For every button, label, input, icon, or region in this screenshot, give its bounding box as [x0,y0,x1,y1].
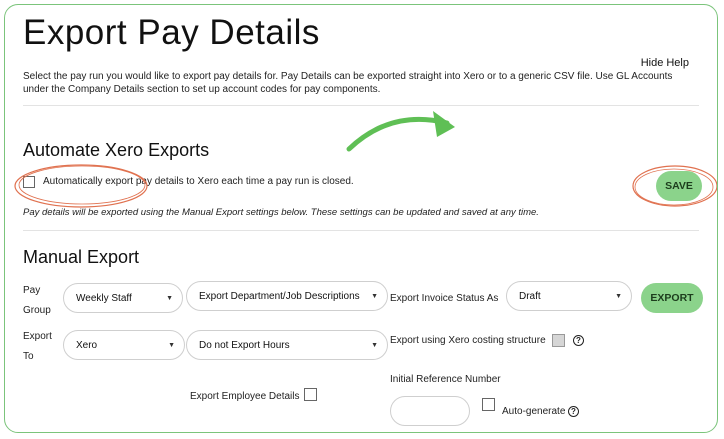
reference-number-label: Initial Reference Number [390,374,501,385]
reference-number-input[interactable] [390,396,470,426]
hide-help-link[interactable]: Hide Help [641,57,689,69]
help-icon[interactable]: ? [573,335,584,346]
chevron-down-icon: ▼ [166,295,173,302]
export-to-select[interactable]: Xero ▼ [63,330,185,360]
auto-generate-checkbox[interactable] [482,398,495,411]
export-hours-value: Do not Export Hours [199,339,290,351]
manual-export-heading: Manual Export [23,247,140,267]
chevron-down-icon: ▼ [371,293,378,300]
export-hours-select[interactable]: Do not Export Hours ▼ [186,330,388,360]
annotation-circle-checkbox [14,164,148,208]
employee-details-checkbox[interactable] [304,388,317,401]
xero-costing-checkbox[interactable] [552,334,565,347]
chevron-down-icon: ▼ [168,342,175,349]
export-to-value: Xero [76,339,98,351]
xero-costing-label: Export using Xero costing structure [390,335,546,346]
annotation-arrow-icon [346,111,455,152]
export-department-select[interactable]: Export Department/Job Descriptions ▼ [186,281,388,311]
export-button[interactable]: EXPORT [641,283,703,313]
automate-heading: Automate Xero Exports [23,140,210,160]
export-to-label: Export To [23,331,52,362]
export-pay-details-panel: Export Pay Details Hide Help Select the … [4,4,718,433]
pay-group-label: Pay Group [23,285,51,316]
invoice-status-select[interactable]: Draft ▼ [506,281,632,311]
page-title: Export Pay Details [23,13,320,52]
pay-group-select[interactable]: Weekly Staff ▼ [63,283,183,313]
auto-generate-label: Auto-generate [502,406,566,417]
export-department-value: Export Department/Job Descriptions [199,290,360,302]
automate-note: Pay details will be exported using the M… [23,207,539,218]
divider [23,230,699,231]
chevron-down-icon: ▼ [371,342,378,349]
pay-group-value: Weekly Staff [76,292,132,304]
annotation-circle-save [632,165,717,207]
invoice-status-value: Draft [519,290,541,302]
invoice-status-label: Export Invoice Status As [390,293,499,304]
intro-text: Select the pay run you would like to exp… [23,71,673,95]
chevron-down-icon: ▼ [615,293,622,300]
help-icon[interactable]: ? [568,406,579,417]
employee-details-label: Export Employee Details [190,391,300,402]
